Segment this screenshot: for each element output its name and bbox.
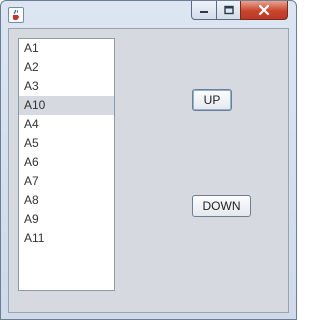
list-item[interactable]: A9 (19, 210, 114, 229)
up-button[interactable]: UP (192, 89, 232, 111)
content-panel: A1 A2 A3 A10 A4 A5 A6 A7 A8 A9 A11 UP DO… (8, 28, 289, 313)
close-button[interactable] (240, 1, 288, 20)
maximize-icon (223, 5, 234, 15)
app-window: A1 A2 A3 A10 A4 A5 A6 A7 A8 A9 A11 UP DO… (0, 0, 297, 320)
down-button[interactable]: DOWN (192, 195, 251, 217)
list-item[interactable]: A3 (19, 77, 114, 96)
list-item[interactable]: A7 (19, 172, 114, 191)
list-item[interactable]: A2 (19, 58, 114, 77)
maximize-button[interactable] (216, 1, 241, 20)
list-item[interactable]: A1 (19, 39, 114, 58)
list-item[interactable]: A5 (19, 134, 114, 153)
minimize-icon (200, 11, 208, 13)
list-item-selected[interactable]: A10 (19, 96, 114, 115)
window-controls (191, 1, 289, 21)
list-item[interactable]: A6 (19, 153, 114, 172)
list-item[interactable]: A4 (19, 115, 114, 134)
list-item[interactable]: A11 (19, 229, 114, 248)
java-cup-icon[interactable] (8, 7, 24, 23)
list-item[interactable]: A8 (19, 191, 114, 210)
minimize-button[interactable] (191, 1, 217, 20)
close-icon (258, 5, 270, 15)
item-list[interactable]: A1 A2 A3 A10 A4 A5 A6 A7 A8 A9 A11 (18, 38, 115, 291)
title-bar[interactable] (1, 1, 296, 27)
